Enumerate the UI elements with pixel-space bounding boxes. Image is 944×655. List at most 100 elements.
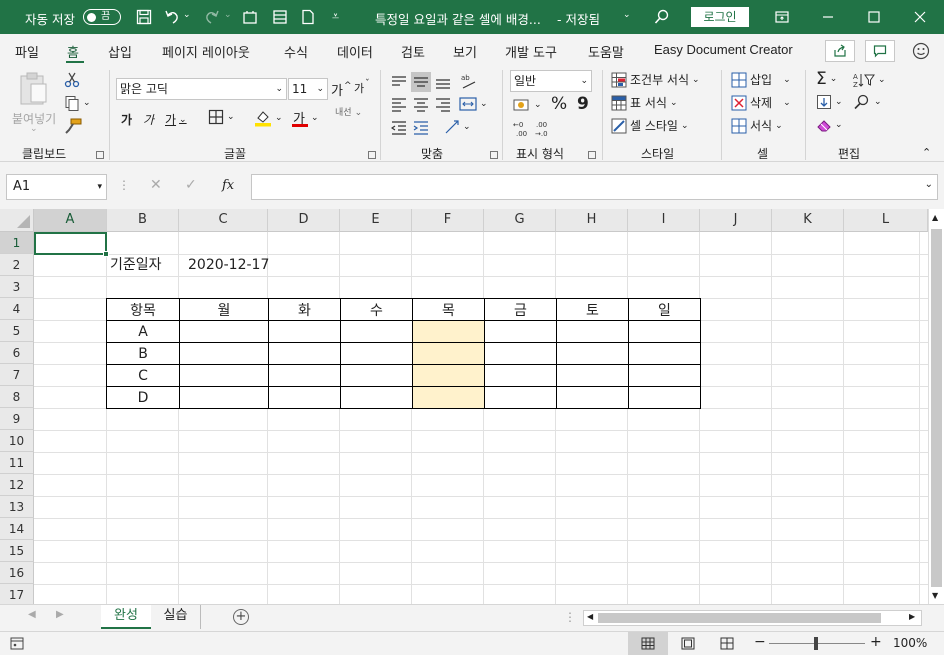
fill-dropdown-icon[interactable]: ⌄ [835, 97, 843, 107]
new-window-icon[interactable] [240, 7, 260, 27]
cell-c2[interactable]: 2020-12-17 [188, 254, 269, 276]
form-icon[interactable] [270, 7, 290, 27]
table-cell[interactable] [179, 342, 269, 365]
tab-review[interactable]: 검토 [401, 42, 425, 61]
fill-icon[interactable]: ⌄ [816, 94, 843, 110]
table-header-cell[interactable]: 화 [268, 298, 341, 321]
next-sheet-icon[interactable]: ▶ [56, 609, 64, 620]
maximize-icon[interactable] [864, 7, 884, 27]
copy-dropdown-icon[interactable]: ⌄ [83, 98, 91, 108]
item-cell[interactable]: B [106, 342, 180, 365]
autosave-toggle[interactable]: 끔 [83, 9, 121, 25]
item-cell[interactable]: C [106, 364, 180, 387]
format-painter-icon[interactable] [64, 118, 82, 134]
align-left-icon[interactable] [391, 96, 407, 112]
vertical-scrollbar[interactable]: ▲ ▼ [928, 209, 944, 604]
bold-button[interactable]: 가 [121, 111, 132, 128]
minimize-icon[interactable] [818, 7, 838, 27]
name-box-dropdown-icon[interactable]: ▾ [97, 175, 102, 199]
col-header-f[interactable]: F [412, 209, 484, 232]
find-dropdown-icon[interactable]: ⌄ [874, 97, 882, 107]
expand-formula-icon[interactable]: ⌄ [925, 179, 933, 190]
table-cell[interactable] [484, 342, 557, 365]
row-header-4[interactable]: 4 [0, 298, 34, 320]
insert-function-button[interactable]: fx [222, 178, 234, 193]
table-cell[interactable] [179, 364, 269, 387]
row-header-3[interactable]: 3 [0, 276, 34, 298]
phonetic-button[interactable]: 내선 ⌄ [335, 108, 362, 118]
table-header-cell[interactable]: 항목 [106, 298, 180, 321]
row-header-7[interactable]: 7 [0, 364, 34, 386]
wrap-direction-icon[interactable]: ⌄ [444, 119, 471, 135]
shrink-font-button[interactable]: 가ˇ [354, 79, 370, 96]
scroll-right-icon[interactable]: ▶ [909, 612, 915, 621]
item-cell[interactable]: A [106, 320, 180, 343]
number-format-select[interactable]: 일반 ⌄ [510, 70, 592, 92]
table-cell[interactable] [268, 364, 341, 387]
col-header-e[interactable]: E [340, 209, 412, 232]
comma-style-icon[interactable]: 9 [577, 94, 589, 114]
add-sheet-icon[interactable]: + [233, 609, 249, 625]
sheet-tab-complete[interactable]: 완성 [101, 605, 151, 629]
name-box[interactable]: A1 ▾ [6, 174, 107, 200]
enter-icon[interactable]: ✓ [185, 177, 197, 193]
table-cell[interactable] [268, 320, 341, 343]
tab-insert[interactable]: 삽입 [108, 42, 132, 61]
ribbon-display-icon[interactable] [772, 7, 792, 27]
row-header-2[interactable]: 2 [0, 254, 34, 276]
zoom-slider-thumb[interactable] [814, 637, 818, 650]
close-icon[interactable] [910, 7, 930, 27]
percent-icon[interactable]: % [551, 94, 567, 114]
col-header-i[interactable]: I [628, 209, 700, 232]
undo-dropdown-icon[interactable]: ⌄ [183, 10, 191, 20]
new-document-icon[interactable] [298, 7, 318, 27]
formula-input[interactable]: ⌄ [251, 174, 938, 200]
highlighted-cell[interactable] [412, 342, 485, 365]
select-all-corner[interactable] [0, 209, 34, 232]
collapse-ribbon-icon[interactable]: ⌃ [922, 146, 931, 159]
table-cell[interactable] [484, 364, 557, 387]
table-header-cell[interactable]: 월 [179, 298, 269, 321]
decrease-decimal-icon[interactable]: .00 →.0 [535, 119, 555, 137]
macro-record-icon[interactable] [10, 637, 24, 653]
page-break-view-button[interactable] [720, 637, 734, 653]
table-cell[interactable] [268, 386, 341, 409]
align-bottom-icon[interactable] [435, 74, 451, 90]
table-header-cell[interactable]: 토 [556, 298, 629, 321]
row-header-17[interactable]: 17 [0, 584, 34, 604]
table-cell[interactable] [556, 386, 629, 409]
find-select-icon[interactable]: ⌄ [853, 94, 882, 110]
row-header-6[interactable]: 6 [0, 342, 34, 364]
cell-styles-button[interactable]: 셀 스타일 ⌄ [611, 117, 689, 134]
row-header-8[interactable]: 8 [0, 386, 34, 408]
clipboard-launcher-icon[interactable] [96, 151, 104, 159]
tab-data[interactable]: 데이터 [337, 42, 373, 61]
share-icon[interactable] [825, 40, 855, 62]
underline-button[interactable]: 가 ⌄ [165, 111, 187, 128]
tab-formulas[interactable]: 수식 [284, 42, 308, 61]
orientation-icon[interactable]: ab [460, 72, 478, 90]
row-header-5[interactable]: 5 [0, 320, 34, 342]
table-cell[interactable] [556, 320, 629, 343]
table-cell[interactable] [340, 342, 413, 365]
feedback-smiley-icon[interactable] [910, 40, 932, 62]
format-cells-button[interactable]: 서식 ⌄ [731, 117, 783, 134]
redo-dropdown-icon[interactable]: ⌄ [224, 10, 232, 20]
col-header-j[interactable]: J [700, 209, 772, 232]
table-cell[interactable] [628, 342, 701, 365]
row-header-11[interactable]: 11 [0, 452, 34, 474]
autosum-icon[interactable]: Σ ⌄ [816, 69, 837, 89]
table-header-cell[interactable]: 일 [628, 298, 701, 321]
font-color-dropdown-icon[interactable]: ⌄ [311, 113, 319, 123]
highlighted-cell[interactable] [412, 364, 485, 387]
align-top-icon[interactable] [391, 74, 407, 90]
customize-qat-icon[interactable]: ⩡ [332, 8, 339, 24]
table-cell[interactable] [340, 364, 413, 387]
paste-button[interactable]: 붙여넣기 ⌄ [12, 72, 56, 136]
vertical-scroll-thumb[interactable] [931, 229, 942, 587]
table-cell[interactable] [556, 342, 629, 365]
cut-icon[interactable] [64, 72, 80, 88]
font-launcher-icon[interactable] [368, 151, 376, 159]
fill-color-dropdown-icon[interactable]: ⌄ [275, 113, 283, 123]
table-cell[interactable] [179, 386, 269, 409]
